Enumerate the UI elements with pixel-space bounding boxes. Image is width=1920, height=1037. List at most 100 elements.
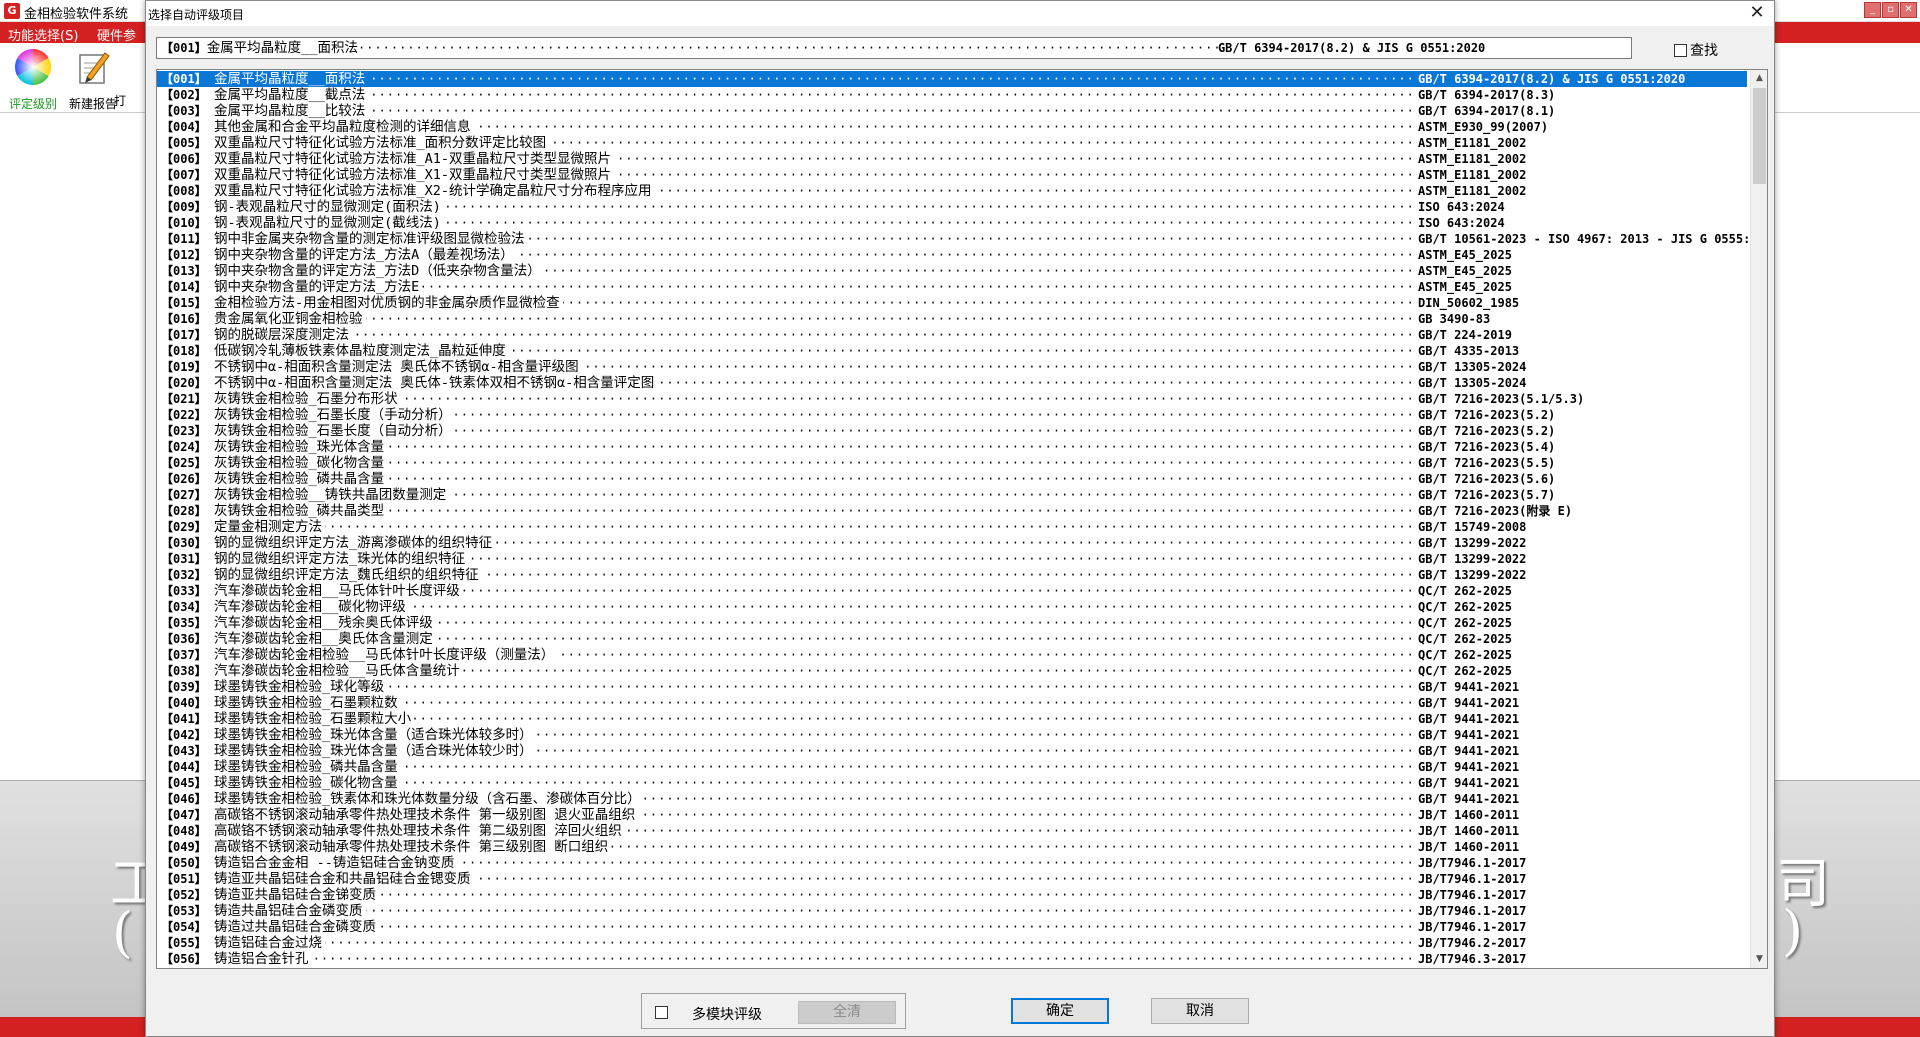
list-item[interactable]: 【056】 ··································… xyxy=(157,951,1747,967)
list-item[interactable]: 【026】 ··································… xyxy=(157,471,1747,487)
list-item[interactable]: 【005】 ··································… xyxy=(157,135,1747,151)
item-name: 钢-表观晶粒尺寸的显微测定(面积法) xyxy=(214,199,444,215)
item-standard: JB/T7946.1-2017 xyxy=(1418,872,1527,886)
list-item[interactable]: 【032】 ··································… xyxy=(157,567,1747,583)
print-tool[interactable]: 打 xyxy=(114,47,144,109)
list-item[interactable]: 【028】 ··································… xyxy=(157,503,1747,519)
list-item[interactable]: 【027】 ··································… xyxy=(157,487,1747,503)
minimize-button[interactable]: _ xyxy=(1864,2,1881,18)
list-item[interactable]: 【025】 ··································… xyxy=(157,455,1747,471)
item-name: 双重晶粒尺寸特征化试验方法标准_面积分数评定比较图 xyxy=(214,135,550,151)
list-item[interactable]: 【041】 ··································… xyxy=(157,711,1747,727)
list-item[interactable]: 【044】 ··································… xyxy=(157,759,1747,775)
list-item[interactable]: 【008】 ··································… xyxy=(157,183,1747,199)
item-name: 铸造过共晶铝硅合金磷变质 xyxy=(214,919,379,935)
item-id: 【032】 xyxy=(161,568,207,582)
list-item[interactable]: 【001】 ··································… xyxy=(157,71,1747,87)
close-icon[interactable]: ✕ xyxy=(1746,4,1768,24)
clear-all-button[interactable]: 全清 xyxy=(798,1001,896,1024)
selected-item-field[interactable]: 【001】金属平均晶粒度__面积法 ······················… xyxy=(156,37,1632,59)
dot-leader: ········································… xyxy=(357,41,1218,55)
list-item[interactable]: 【051】 ··································… xyxy=(157,871,1747,887)
list-item[interactable]: 【007】 ··································… xyxy=(157,167,1747,183)
restore-button[interactable]: ▫ xyxy=(1882,2,1899,18)
list-item[interactable]: 【015】 ··································… xyxy=(157,295,1747,311)
search-checkbox[interactable]: 查找 xyxy=(1674,40,1718,59)
list-item[interactable]: 【035】 ··································… xyxy=(157,615,1747,631)
list-item[interactable]: 【024】 ··································… xyxy=(157,439,1747,455)
list-item[interactable]: 【019】 ··································… xyxy=(157,359,1747,375)
vertical-scrollbar[interactable]: ▲ ▼ xyxy=(1750,70,1767,968)
list-item[interactable]: 【029】 ··································… xyxy=(157,519,1747,535)
close-app-button[interactable]: ✕ xyxy=(1900,2,1917,18)
rating-item-list[interactable]: 【001】 ··································… xyxy=(156,69,1768,969)
list-item[interactable]: 【042】 ··································… xyxy=(157,727,1747,743)
list-item[interactable]: 【046】 ··································… xyxy=(157,791,1747,807)
item-standard: ASTM_E45_2025 xyxy=(1418,248,1512,262)
list-item[interactable]: 【002】 ··································… xyxy=(157,87,1747,103)
list-item[interactable]: 【043】 ··································… xyxy=(157,743,1747,759)
list-item[interactable]: 【022】 ··································… xyxy=(157,407,1747,423)
list-item[interactable]: 【003】 ··································… xyxy=(157,103,1747,119)
list-item[interactable]: 【021】 ··································… xyxy=(157,391,1747,407)
list-item[interactable]: 【030】 ··································… xyxy=(157,535,1747,551)
list-item[interactable]: 【006】 ··································… xyxy=(157,151,1747,167)
list-item[interactable]: 【010】 ··································… xyxy=(157,215,1747,231)
list-item[interactable]: 【053】 ··································… xyxy=(157,903,1747,919)
item-name: 灰铸铁金相检验__铸铁共晶团数量测定 xyxy=(214,487,450,503)
item-standard: GB/T 13299-2022 xyxy=(1418,568,1527,582)
list-item[interactable]: 【039】 ··································… xyxy=(157,679,1747,695)
item-name: 双重晶粒尺寸特征化试验方法标准_A1-双重晶粒尺寸类型显微照片 xyxy=(214,151,615,167)
list-item[interactable]: 【016】 ··································… xyxy=(157,311,1747,327)
list-item[interactable]: 【012】 ··································… xyxy=(157,247,1747,263)
item-standard: ISO 643:2024 xyxy=(1418,216,1505,230)
scroll-up-arrow-icon[interactable]: ▲ xyxy=(1751,70,1767,87)
item-standard: JB/T 1460-2011 xyxy=(1418,840,1520,854)
list-item[interactable]: 【009】 ··································… xyxy=(157,199,1747,215)
list-item[interactable]: 【014】 ··································… xyxy=(157,279,1747,295)
item-standard: GB/T 7216-2023(5.1/5.3) xyxy=(1418,392,1585,406)
item-standard: GB/T 6394-2017(8.2) & JIS G 0551:2020 xyxy=(1418,72,1686,86)
list-item[interactable]: 【023】 ··································… xyxy=(157,423,1747,439)
item-id: 【002】 xyxy=(161,88,207,102)
list-item[interactable]: 【018】 ··································… xyxy=(157,343,1747,359)
list-item[interactable]: 【033】 ··································… xyxy=(157,583,1747,599)
list-item[interactable]: 【055】 ··································… xyxy=(157,935,1747,951)
list-item[interactable]: 【011】 ··································… xyxy=(157,231,1767,247)
list-item[interactable]: 【004】 ··································… xyxy=(157,119,1747,135)
list-item[interactable]: 【036】 ··································… xyxy=(157,631,1747,647)
item-id: 【001】 xyxy=(161,72,207,86)
rating-level-tool[interactable]: 评定级别 xyxy=(2,47,64,112)
app-logo-icon: G xyxy=(4,3,20,19)
menu-hardware-params[interactable]: 硬件参 xyxy=(97,25,136,44)
list-item[interactable]: 【054】 ··································… xyxy=(157,919,1747,935)
list-item[interactable]: 【031】 ··································… xyxy=(157,551,1747,567)
list-item[interactable]: 【013】 ··································… xyxy=(157,263,1747,279)
list-item[interactable]: 【050】 ··································… xyxy=(157,855,1747,871)
ok-button[interactable]: 确定 xyxy=(1011,998,1109,1024)
list-item[interactable]: 【047】 ··································… xyxy=(157,807,1747,823)
list-item[interactable]: 【045】 ··································… xyxy=(157,775,1747,791)
search-checkbox-box[interactable] xyxy=(1674,44,1687,57)
select-auto-rating-dialog: 选择自动评级项目 ✕ 【001】金属平均晶粒度__面积法 ···········… xyxy=(145,0,1775,1037)
list-item[interactable]: 【020】 ··································… xyxy=(157,375,1747,391)
list-item[interactable]: 【048】 ··································… xyxy=(157,823,1747,839)
list-item[interactable]: 【034】 ··································… xyxy=(157,599,1747,615)
list-item[interactable]: 【049】 ··································… xyxy=(157,839,1747,855)
menu-function-select[interactable]: 功能选择(S) xyxy=(8,25,78,44)
list-item[interactable]: 【037】 ··································… xyxy=(157,647,1747,663)
list-item[interactable]: 【038】 ··································… xyxy=(157,663,1747,679)
list-item[interactable]: 【040】 ··································… xyxy=(157,695,1747,711)
item-id: 【024】 xyxy=(161,440,207,454)
multi-module-checkbox[interactable] xyxy=(655,1006,668,1019)
list-item[interactable]: 【052】 ··································… xyxy=(157,887,1747,903)
cancel-button[interactable]: 取消 xyxy=(1151,998,1249,1024)
list-item[interactable]: 【017】 ··································… xyxy=(157,327,1747,343)
item-id: 【056】 xyxy=(161,952,207,966)
scrollbar-thumb[interactable] xyxy=(1753,88,1766,184)
scroll-down-arrow-icon[interactable]: ▼ xyxy=(1751,951,1767,968)
item-standard: GB/T 9441-2021 xyxy=(1418,712,1520,726)
item-standard: ASTM_E930_99(2007) xyxy=(1418,120,1549,134)
item-name: 高碳铬不锈钢滚动轴承零件热处理技术条件 第三级别图 断口组织 xyxy=(214,839,612,855)
dot-leader: ········································… xyxy=(214,312,1416,326)
